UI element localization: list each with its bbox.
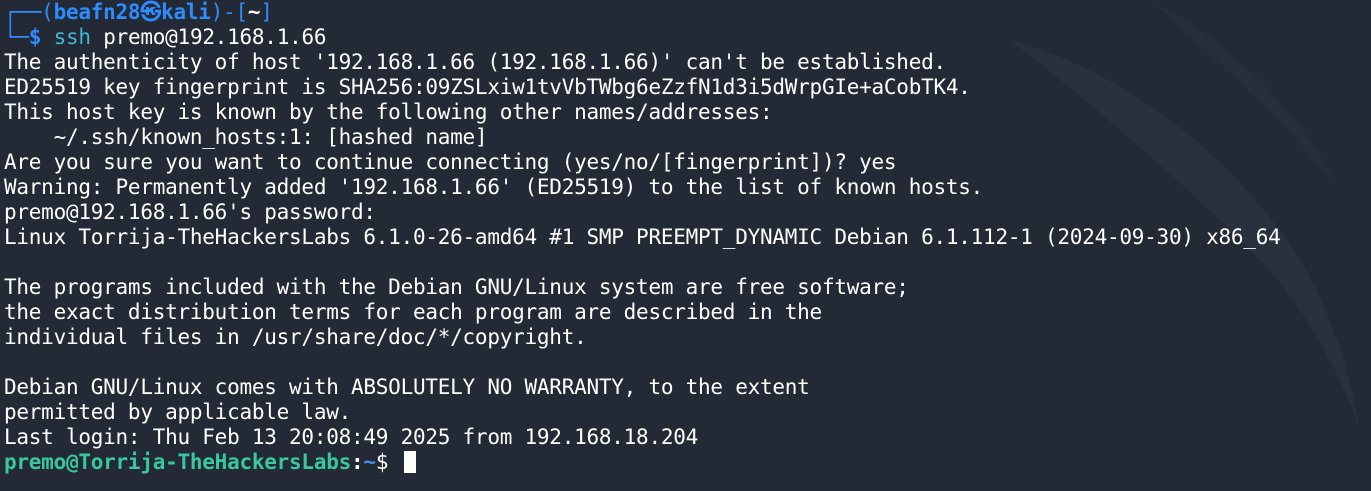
output-line: ED25519 key fingerprint is SHA256:09ZSLx… (4, 75, 971, 99)
prompt-corner-top: ┌──( (4, 0, 54, 24)
output-line: premo@192.168.1.66's password: (4, 200, 389, 224)
output-line: Debian GNU/Linux comes with ABSOLUTELY N… (4, 375, 810, 399)
output-line: This host key is known by the following … (4, 100, 773, 124)
text-cursor[interactable] (403, 451, 416, 473)
output-line: individual files in /usr/share/doc/*/cop… (4, 325, 587, 349)
output-line: the exact distribution terms for each pr… (4, 300, 822, 324)
prompt-bracket-end: ] (260, 0, 273, 24)
remote-prompt-line[interactable]: premo@Torrija-TheHackersLabs:~$ (4, 450, 1281, 475)
remote-path: ~ (363, 450, 376, 474)
output-line: Linux Torrija-TheHackersLabs 6.1.0-26-am… (4, 225, 1281, 249)
prompt-bracket-mid: )-[ (210, 0, 248, 24)
command-args: premo@192.168.1.66 (90, 25, 327, 49)
output-line: Are you sure you want to continue connec… (4, 150, 897, 174)
prompt-corner-bottom: └─ (4, 25, 29, 49)
output-line: The programs included with the Debian GN… (4, 275, 909, 299)
command-name: ssh (53, 25, 91, 49)
output-line: ~/.ssh/known_hosts:1: [hashed name] (4, 125, 488, 149)
terminal-window[interactable]: ┌──(beafn28㉿kali)-[~] └─$ ssh premo@192.… (0, 0, 1371, 491)
prompt-host: kali (161, 0, 211, 24)
output-line: The authenticity of host '192.168.1.66 (… (4, 50, 946, 74)
output-line: Warning: Permanently added '192.168.1.66… (4, 175, 984, 199)
local-command-line: └─$ ssh premo@192.168.1.66 (4, 25, 1281, 50)
remote-colon: : (351, 450, 364, 474)
terminal-output: ┌──(beafn28㉿kali)-[~] └─$ ssh premo@192.… (4, 0, 1281, 475)
prompt-dollar: $ (28, 25, 42, 49)
remote-dollar: $ (375, 450, 401, 474)
output-line: Last login: Thu Feb 13 20:08:49 2025 fro… (4, 425, 699, 449)
output-line: permitted by applicable law. (4, 400, 352, 424)
prompt-cwd: ~ (247, 0, 261, 24)
local-prompt-header: ┌──(beafn28㉿kali)-[~] (4, 0, 1281, 25)
remote-user-host: premo@Torrija-TheHackersLabs (4, 450, 352, 474)
skull-icon: ㉿ (140, 0, 162, 24)
prompt-user: beafn28 (53, 0, 141, 24)
